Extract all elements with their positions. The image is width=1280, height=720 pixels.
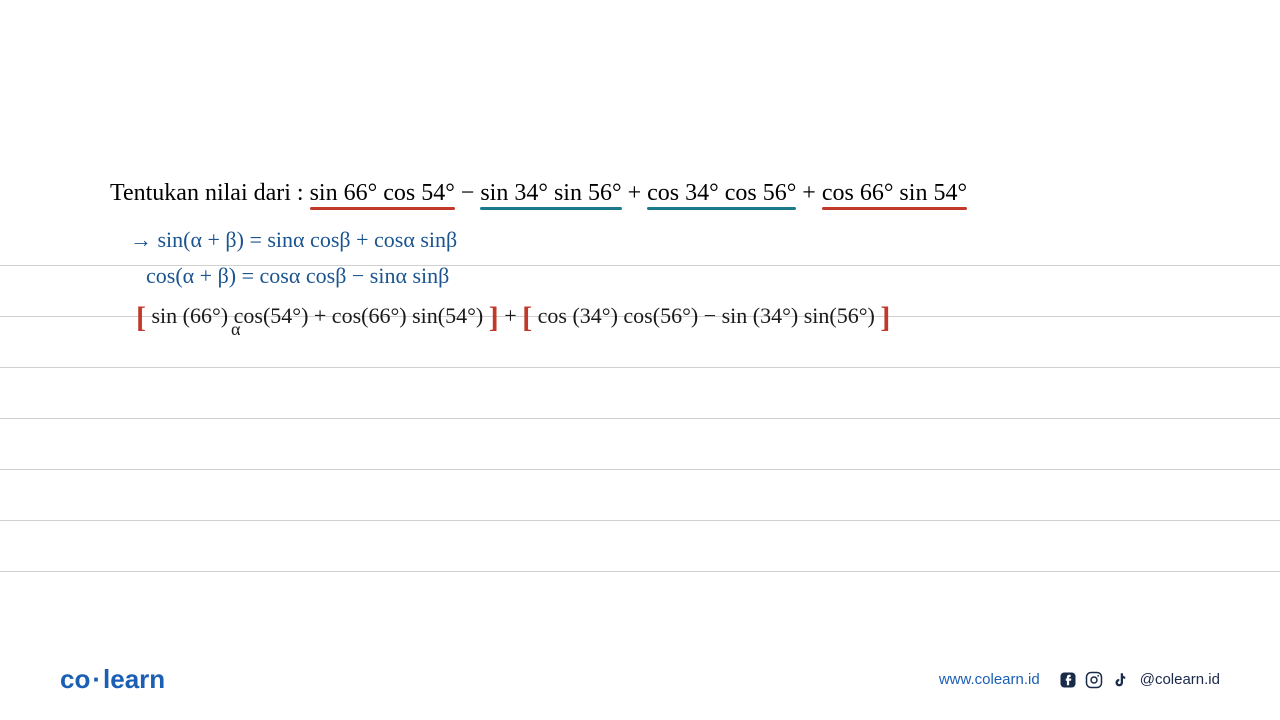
term-1: sin 66° cos 54° xyxy=(310,180,455,207)
operator-1: − xyxy=(461,180,481,206)
website-url: www.colearn.id xyxy=(939,671,1040,688)
social-handle: @colearn.id xyxy=(1140,671,1220,688)
logo-co: co xyxy=(60,664,90,694)
logo-learn: learn xyxy=(103,664,165,694)
facebook-icon xyxy=(1058,670,1078,690)
footer-right: www.colearn.id @colearn.id xyxy=(939,670,1220,690)
term-4: cos 66° sin 54° xyxy=(822,180,967,207)
term-2: sin 34° sin 56° xyxy=(480,180,621,207)
formula-cos-sum: cos(α + β) = cosα cosβ − sinα sinβ xyxy=(146,263,1170,289)
working-part-1: sin (66°) cos(54°) + cos(66°) sin(54°) xyxy=(152,303,484,328)
bracket-open-1: [ xyxy=(136,301,146,334)
social-links: @colearn.id xyxy=(1058,670,1220,690)
bracket-close-2: ] xyxy=(880,301,890,334)
footer: co·learn www.colearn.id @colearn.id xyxy=(0,664,1280,695)
problem-label: Tentukan nilai dari : xyxy=(110,180,304,206)
working-part-2: cos (34°) cos(56°) − sin (34°) sin(56°) xyxy=(538,303,875,328)
bracket-close-1: ] xyxy=(489,301,499,334)
bracket-open-2: [ xyxy=(522,301,532,334)
term-3: cos 34° cos 56° xyxy=(647,180,796,207)
operator-2: + xyxy=(628,180,648,206)
formula-sin-sum: → sin(α + β) = sinα cosβ + cosα sinβ xyxy=(130,227,1170,253)
problem-statement: Tentukan nilai dari : sin 66° cos 54° − … xyxy=(110,180,1170,207)
working-plus: + xyxy=(504,303,522,328)
alpha-annotation: α xyxy=(231,319,240,340)
operator-3: + xyxy=(802,180,822,206)
instagram-icon xyxy=(1084,670,1104,690)
working-line: [ sin (66°) cos(54°) + cos(66°) sin(54°)… xyxy=(136,301,1170,335)
logo: co·learn xyxy=(60,664,165,695)
content-area: Tentukan nilai dari : sin 66° cos 54° − … xyxy=(0,0,1280,335)
tiktok-icon xyxy=(1110,670,1130,690)
